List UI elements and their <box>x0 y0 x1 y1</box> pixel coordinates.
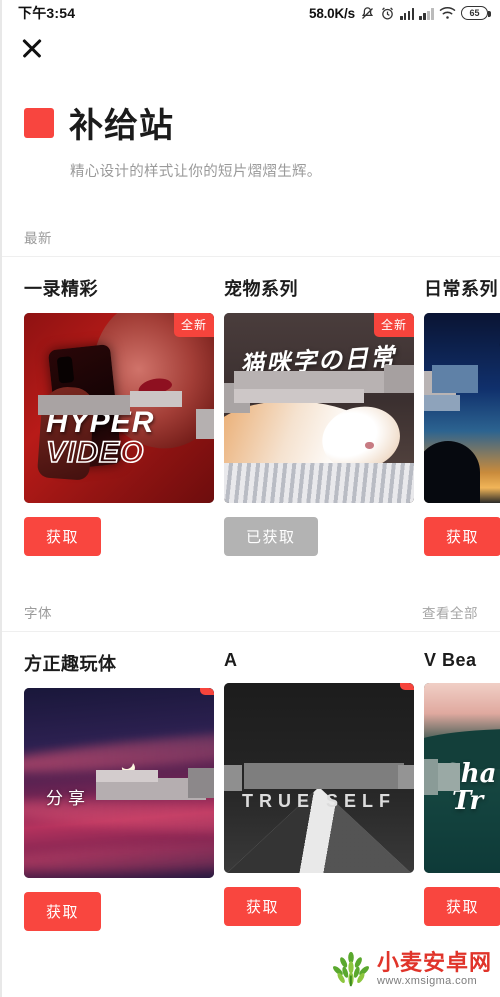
artwork-text: Sha Tr <box>442 759 497 817</box>
card-title: A <box>224 650 238 670</box>
card-item[interactable]: V Bea Sha Tr 获取 <box>424 650 500 931</box>
wifi-icon <box>439 6 456 20</box>
new-badge: 全新 <box>373 313 414 337</box>
card-item[interactable]: A TRUE SELF 获取 <box>224 650 414 931</box>
mute-icon <box>360 6 375 21</box>
get-button[interactable]: 获取 <box>224 887 302 926</box>
section-title: 字体 <box>24 606 52 621</box>
section-header-latest: 最新 <box>0 227 500 257</box>
get-button[interactable]: 获取 <box>424 887 500 926</box>
status-bar: 下午3:54 58.0K/s 65 <box>0 0 500 26</box>
section-title: 最新 <box>24 231 52 246</box>
card-title: 日常系列 <box>424 279 498 299</box>
artwork-text: 分享 <box>46 789 90 808</box>
new-badge <box>400 683 414 690</box>
artwork-text: TRUE SELF <box>241 791 396 811</box>
card-thumbnail[interactable] <box>424 313 500 503</box>
page-title: 补给站 <box>69 107 174 145</box>
new-badge <box>200 688 214 695</box>
card-thumbnail[interactable]: HYPER VIDEO 全新 <box>24 313 214 503</box>
card-thumbnail[interactable]: 猫咪字の日常 全新 <box>224 313 414 503</box>
artwork-night-sky <box>24 688 214 878</box>
app-logo-icon <box>24 107 54 138</box>
new-badge: 全新 <box>173 313 214 337</box>
battery-level: 65 <box>469 8 480 18</box>
card-item[interactable]: 宠物系列 猫咪字の日常 全新 已获取 <box>224 275 414 556</box>
card-title: 方正趣玩体 <box>24 654 117 674</box>
artwork-text-line1: Sha <box>442 759 497 789</box>
artwork-text: HYPER VIDEO <box>45 406 196 469</box>
card-row-fonts[interactable]: 方正趣玩体 分享 获取 A TRUE SELF 获取 V Bea Sha Tr … <box>0 650 500 931</box>
artwork-text-line2: VIDEO <box>45 435 145 469</box>
status-time: 下午3:54 <box>18 5 76 21</box>
card-item[interactable]: 日常系列 获取 <box>424 275 500 556</box>
signal-icon-2 <box>419 7 434 20</box>
page-header: 补给站 精心设计的样式让你的短片熠熠生辉。 <box>0 70 500 181</box>
get-button[interactable]: 获取 <box>24 517 102 556</box>
screen-edge-line <box>0 0 2 997</box>
top-bar <box>0 26 500 70</box>
alarm-icon <box>380 6 395 21</box>
get-button: 已获取 <box>224 517 318 556</box>
artwork-true-self <box>224 683 414 873</box>
artwork-text-line2: Tr <box>452 786 484 817</box>
artwork-daily-series <box>424 313 500 503</box>
signal-icon <box>399 7 415 20</box>
artwork-text-line1: HYPER <box>46 406 155 439</box>
card-thumbnail[interactable]: TRUE SELF <box>224 683 414 873</box>
card-title: 宠物系列 <box>224 279 298 299</box>
card-thumbnail[interactable]: 分享 <box>24 688 214 878</box>
battery-icon: 65 <box>461 6 491 20</box>
watermark-url: www.xmsigma.com <box>376 974 478 987</box>
section-latest: 最新 一录精彩 HYPER VIDEO 全新 获取 宠物系列 猫咪字の日常 全新… <box>0 227 500 556</box>
card-item[interactable]: 方正趣玩体 分享 获取 <box>24 650 214 931</box>
close-icon[interactable] <box>18 34 46 62</box>
page-subtitle: 精心设计的样式让你的短片熠熠生辉。 <box>70 164 322 180</box>
section-view-all[interactable]: 查看全部 <box>422 602 478 622</box>
watermark-name: 小麦安卓网 <box>376 949 492 975</box>
section-fonts: 字体 查看全部 方正趣玩体 分享 获取 A TRUE SELF 获取 V Bea… <box>0 602 500 931</box>
get-button[interactable]: 获取 <box>424 517 500 556</box>
site-watermark: 小麦安卓网 www.xmsigma.com <box>331 951 492 987</box>
get-button[interactable]: 获取 <box>24 892 102 931</box>
card-thumbnail[interactable]: Sha Tr <box>424 683 500 873</box>
card-title: 一录精彩 <box>24 279 98 299</box>
card-item[interactable]: 一录精彩 HYPER VIDEO 全新 获取 <box>24 275 214 556</box>
wheat-logo-icon <box>333 951 369 987</box>
network-speed: 58.0K/s <box>309 5 355 21</box>
card-row-latest[interactable]: 一录精彩 HYPER VIDEO 全新 获取 宠物系列 猫咪字の日常 全新 已获… <box>0 275 500 556</box>
section-header-fonts: 字体 查看全部 <box>0 602 500 632</box>
card-title: V Bea <box>424 650 477 670</box>
